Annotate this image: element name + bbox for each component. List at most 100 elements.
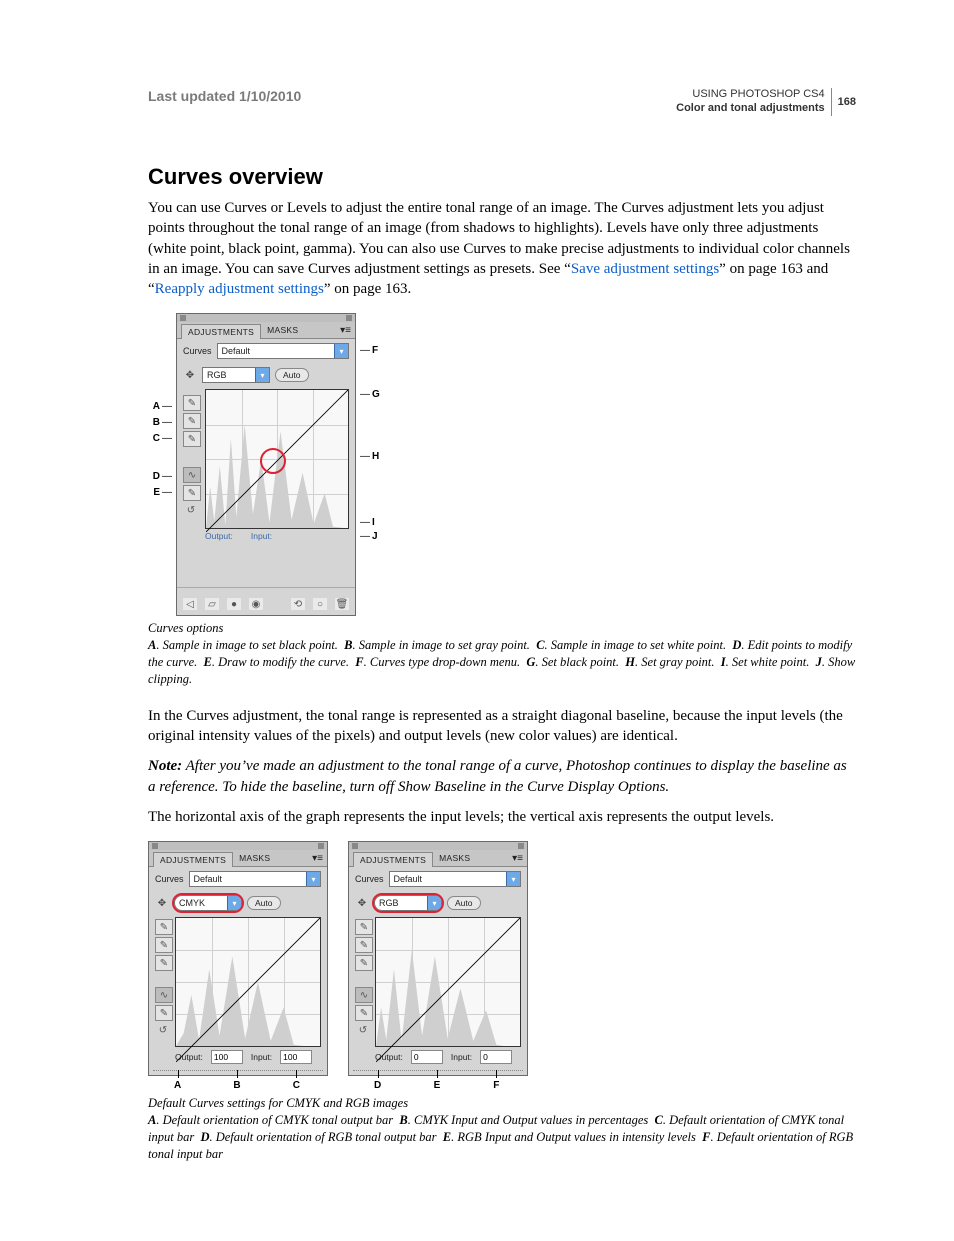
key: J [816,655,822,669]
caption-text: Draw to modify the curve. [218,655,349,669]
caption-text: RGB Input and Output values in intensity… [457,1130,696,1144]
preset-dropdown[interactable]: Default ▾ [389,871,521,887]
auto-button[interactable]: Auto [275,368,309,382]
caption-text: Sample in image to set white point. [551,638,726,652]
doc-title: USING PHOTOSHOP CS4 [676,88,825,100]
figure1-caption: Curves options A. Sample in image to set… [148,620,856,688]
caption-text: CMYK Input and Output values in percenta… [414,1113,648,1127]
tab-masks[interactable]: MASKS [233,851,276,865]
flyout-menu-icon[interactable]: ▾≡ [512,853,523,864]
draw-curve-tool-icon[interactable]: ✎ [355,1005,373,1021]
expand-icon[interactable]: ▱ [205,598,219,610]
eyedropper-white-icon[interactable]: ✎ [355,955,373,971]
eyedropper-black-icon[interactable]: ✎ [355,919,373,935]
caption-text: Sample in image to set black point. [163,638,338,652]
auto-button[interactable]: Auto [447,896,481,910]
channel-dropdown[interactable]: RGB ▾ [202,367,270,383]
chevron-down-icon: ▾ [306,872,320,886]
channel-value: RGB [379,898,399,908]
flyout-menu-icon[interactable]: ▾≡ [312,853,323,864]
on-image-adjust-icon[interactable]: ✥ [155,896,169,910]
tab-adjustments[interactable]: ADJUSTMENTS [153,852,233,867]
page-number: 168 [831,88,856,116]
key: H [625,655,635,669]
on-image-adjust-icon[interactable]: ✥ [183,368,197,382]
edit-points-tool-icon[interactable]: ∿ [355,987,373,1003]
tab-adjustments[interactable]: ADJUSTMENTS [181,324,261,339]
preset-value: Default [222,346,251,356]
curves-label: Curves [355,874,384,884]
note-body: After you’ve made an adjustment to the t… [148,758,847,794]
tab-masks[interactable]: MASKS [261,323,304,337]
curves-graph[interactable] [205,389,349,529]
page-title: Curves overview [148,164,856,190]
note-label: Note: [148,758,182,774]
curves-panel-cmyk: ADJUSTMENTS MASKS ▾≡ Curves Default ▾ ✥ … [148,841,328,1076]
paragraph-axes: The horizontal axis of the graph represe… [148,807,856,827]
reset-icon[interactable]: ○ [313,598,327,610]
paragraph-baseline: In the Curves adjustment, the tonal rang… [148,706,856,747]
callout-E: E [153,487,172,498]
eyedropper-gray-icon[interactable]: ✎ [155,937,173,953]
edit-points-tool-icon[interactable]: ∿ [155,987,173,1003]
key: C [655,1113,663,1127]
draw-curve-tool-icon[interactable]: ✎ [183,485,201,501]
eyedropper-black-icon[interactable]: ✎ [183,395,201,411]
caption-text: Default orientation of CMYK tonal output… [163,1113,394,1127]
auto-button[interactable]: Auto [247,896,281,910]
caption-title: Curves options [148,620,856,637]
preset-dropdown[interactable]: Default ▾ [217,343,349,359]
channel-dropdown[interactable]: CMYK ▾ [174,895,242,911]
draw-curve-tool-icon[interactable]: ✎ [155,1005,173,1021]
last-updated: Last updated 1/10/2010 [148,88,301,104]
key: F [355,655,363,669]
panel-grip[interactable] [349,842,527,850]
eyedropper-gray-icon[interactable]: ✎ [355,937,373,953]
return-icon[interactable]: ◁ [183,598,197,610]
eyedropper-black-icon[interactable]: ✎ [155,919,173,935]
curves-graph-rgb[interactable] [375,917,521,1047]
note-paragraph: Note: After you’ve made an adjustment to… [148,756,856,797]
curve-line [176,918,320,1062]
tab-masks[interactable]: MASKS [433,851,476,865]
clip-icon[interactable]: ● [227,598,241,610]
eyedropper-white-icon[interactable]: ✎ [155,955,173,971]
text: ” on page 163. [324,281,411,297]
eyedropper-white-icon[interactable]: ✎ [183,431,201,447]
edit-points-tool-icon[interactable]: ∿ [183,467,201,483]
hand-icon: ↺ [355,1023,371,1037]
flyout-menu-icon[interactable]: ▾≡ [340,325,351,336]
key: I [721,655,726,669]
chevron-down-icon: ▾ [227,896,241,910]
link-save-adjustment-settings[interactable]: Save adjustment settings [571,261,719,277]
preset-value: Default [394,874,423,884]
figure-curves-options: A B C D E ADJUSTMENTS MASKS ▾≡ Curves De… [148,313,856,616]
on-image-adjust-icon[interactable]: ✥ [355,896,369,910]
eyedropper-gray-icon[interactable]: ✎ [183,413,201,429]
figure-default-curves: ADJUSTMENTS MASKS ▾≡ Curves Default ▾ ✥ … [148,841,856,1091]
link-reapply-adjustment-settings[interactable]: Reapply adjustment settings [155,281,324,297]
previous-state-icon[interactable]: ⟲ [291,598,305,610]
ann-C: C [267,1080,326,1091]
hand-icon: ↺ [183,503,199,517]
key: B [399,1113,407,1127]
channel-dropdown[interactable]: RGB ▾ [374,895,442,911]
key: B [344,638,352,652]
chevron-down-icon: ▾ [334,344,348,358]
callout-J: J [360,531,378,542]
panel-grip[interactable] [177,314,355,322]
curves-panel-rgb: ADJUSTMENTS MASKS ▾≡ Curves Default ▾ ✥ … [348,841,528,1076]
trash-icon[interactable]: 🗑 [335,598,349,610]
preset-dropdown[interactable]: Default ▾ [189,871,321,887]
visibility-icon[interactable]: ◉ [249,598,263,610]
curves-graph-cmyk[interactable] [175,917,321,1047]
caption-title: Default Curves settings for CMYK and RGB… [148,1095,856,1112]
callout-C: C [153,433,172,444]
callout-G: G [360,389,380,400]
output-label: Output: [205,531,233,541]
key: G [526,655,535,669]
intro-paragraph: You can use Curves or Levels to adjust t… [148,198,856,299]
tab-adjustments[interactable]: ADJUSTMENTS [353,852,433,867]
panel-grip[interactable] [149,842,327,850]
channel-value: RGB [207,370,227,380]
